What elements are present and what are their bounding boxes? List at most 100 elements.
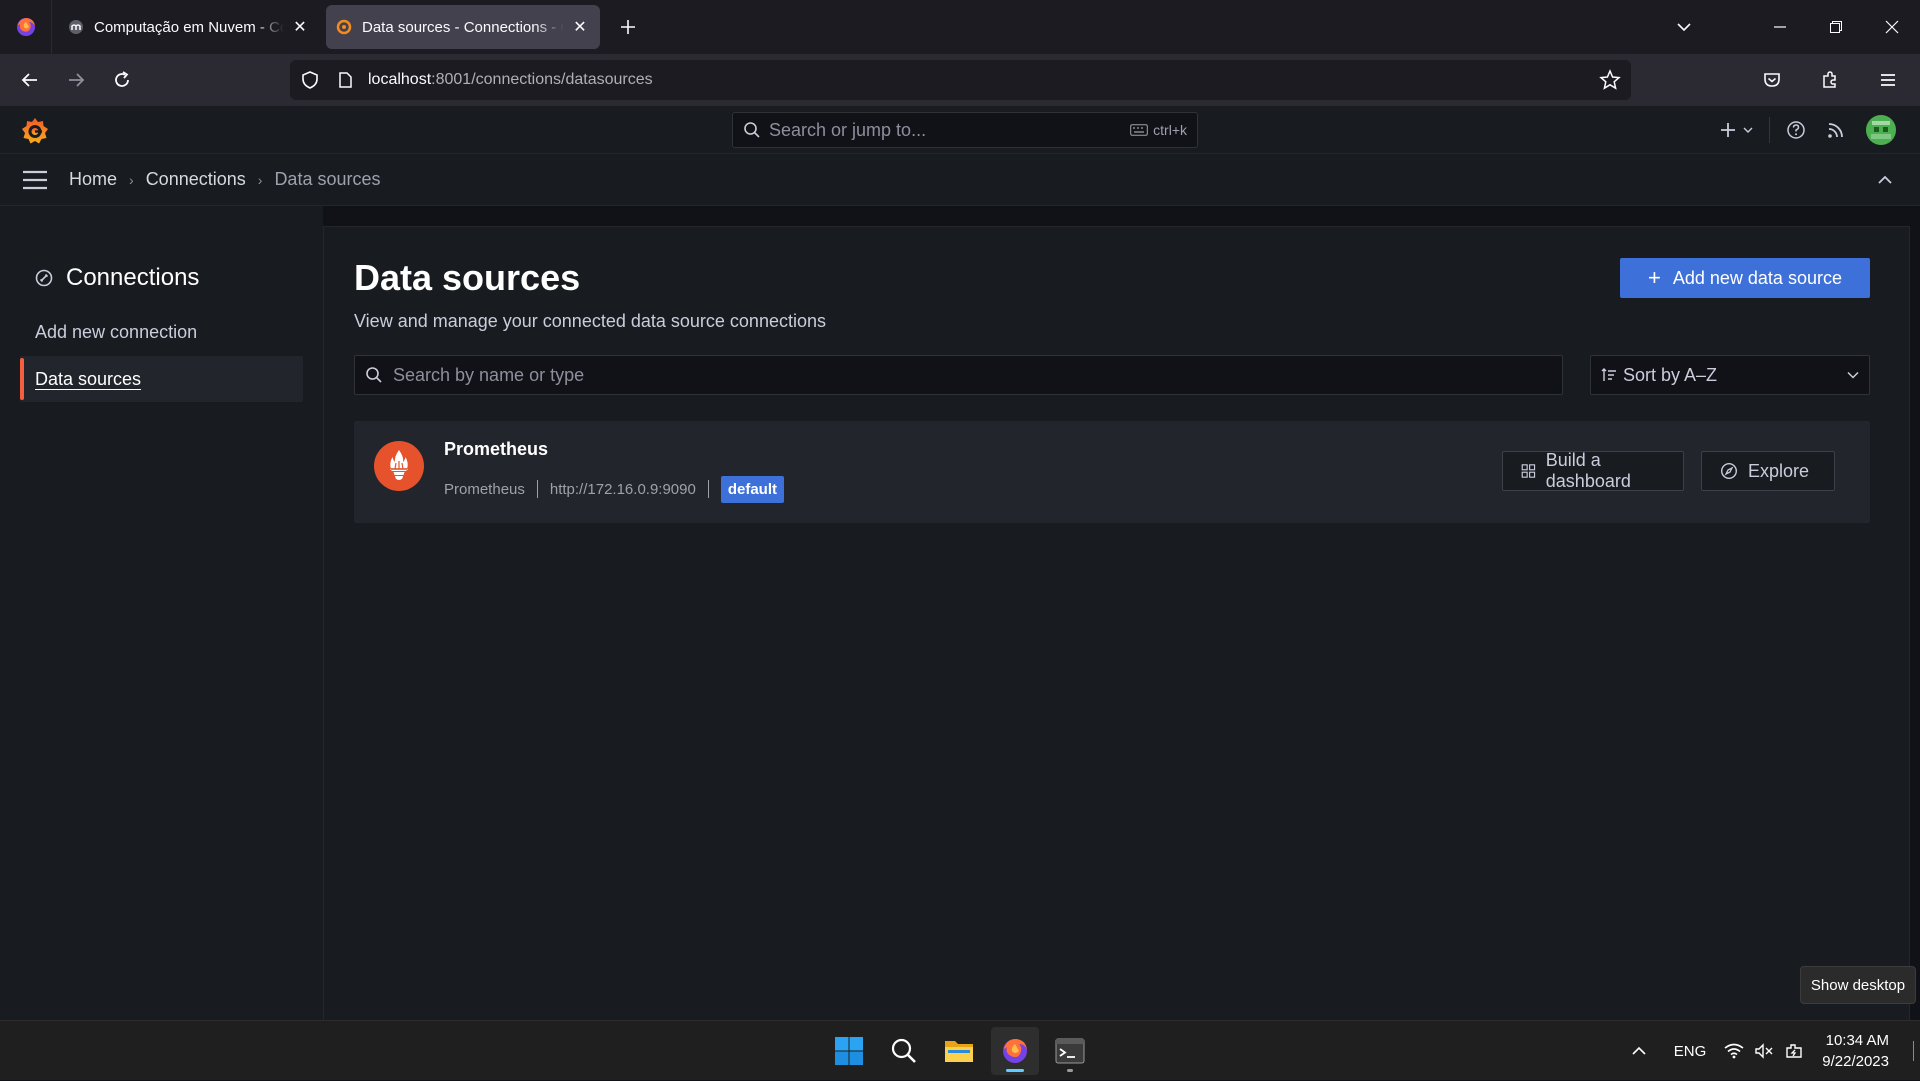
breadcrumb-data-sources: Data sources bbox=[274, 169, 381, 189]
back-button[interactable] bbox=[8, 58, 52, 102]
search-data-sources-input[interactable]: Search by name or type bbox=[354, 355, 1563, 395]
sidebar-item-label: Add new connection bbox=[35, 321, 198, 342]
grafana-home-logo[interactable] bbox=[20, 116, 50, 146]
terminal-icon bbox=[1055, 1038, 1085, 1064]
keyboard-icon bbox=[1130, 124, 1148, 136]
url-bar[interactable]: localhost:8001/connections/datasources bbox=[290, 60, 1631, 100]
plus-icon: + bbox=[1648, 265, 1661, 290]
firefox-icon bbox=[1003, 1039, 1027, 1063]
start-button[interactable] bbox=[825, 1027, 873, 1075]
moodle-favicon-icon bbox=[69, 20, 83, 34]
reload-icon bbox=[115, 71, 129, 87]
search-icon bbox=[744, 122, 760, 138]
explore-button[interactable]: Explore bbox=[1701, 451, 1835, 491]
button-label: Add new data source bbox=[1672, 267, 1842, 288]
terminal-taskbar-button[interactable] bbox=[1046, 1027, 1094, 1075]
collapse-header-button[interactable] bbox=[1870, 165, 1900, 195]
windows-logo-icon bbox=[835, 1037, 863, 1065]
data-source-name[interactable]: Prometheus bbox=[444, 439, 548, 460]
breadcrumb: Home › Connections › Data sources bbox=[69, 169, 381, 190]
profile-avatar[interactable] bbox=[1856, 106, 1906, 154]
close-window-button[interactable] bbox=[1864, 0, 1920, 54]
mega-menu-toggle[interactable] bbox=[17, 162, 53, 198]
restore-icon bbox=[1830, 21, 1842, 33]
divider bbox=[536, 480, 538, 498]
browser-nav-bar: localhost:8001/connections/datasources bbox=[0, 54, 1920, 106]
plus-icon bbox=[621, 20, 635, 34]
forward-button[interactable] bbox=[54, 58, 98, 102]
show-hidden-icons-button[interactable] bbox=[1622, 1031, 1656, 1071]
new-tab-button[interactable] bbox=[610, 9, 646, 45]
build-dashboard-button[interactable]: Build a dashboard bbox=[1502, 450, 1684, 491]
reload-button[interactable] bbox=[100, 58, 144, 102]
data-sources-page: Data sources View and manage your connec… bbox=[323, 226, 1910, 1020]
data-source-type: Prometheus bbox=[444, 480, 525, 498]
sidebar-item-data-sources[interactable]: Data sources bbox=[20, 356, 303, 402]
app-menu-button[interactable] bbox=[1866, 58, 1910, 102]
url-path: :8001/connections/datasources bbox=[431, 71, 653, 88]
link-icon bbox=[35, 269, 53, 287]
extensions-button[interactable] bbox=[1808, 58, 1852, 102]
button-label: Explore bbox=[1748, 460, 1810, 481]
shield-icon[interactable] bbox=[300, 70, 320, 90]
firefox-taskbar-button[interactable] bbox=[991, 1027, 1039, 1075]
firefox-view-button[interactable] bbox=[0, 0, 52, 54]
quick-settings-button[interactable] bbox=[1724, 1042, 1804, 1060]
browser-tab-bar: Computação em Nuvem - Comp ✕ Data source… bbox=[0, 0, 1920, 54]
new-menu-button[interactable] bbox=[1709, 106, 1763, 154]
page-icon[interactable] bbox=[336, 71, 354, 89]
running-app-indicator bbox=[1067, 1069, 1073, 1072]
firefox-icon bbox=[16, 18, 35, 36]
sort-select[interactable]: Sort by A–Z bbox=[1590, 355, 1870, 395]
breadcrumb-separator: › bbox=[129, 171, 134, 188]
rss-icon bbox=[1828, 123, 1843, 138]
minimize-button[interactable] bbox=[1752, 0, 1808, 54]
pocket-button[interactable] bbox=[1750, 58, 1794, 102]
breadcrumb-bar: Home › Connections › Data sources bbox=[0, 154, 1920, 206]
chevron-up-icon bbox=[1878, 175, 1892, 184]
battery-charging-icon bbox=[1786, 1044, 1802, 1058]
show-desktop-button[interactable] bbox=[1913, 1041, 1914, 1061]
input-language-indicator[interactable]: ENG bbox=[1674, 1043, 1707, 1060]
hamburger-menu-icon bbox=[1881, 74, 1895, 86]
clock[interactable]: 10:34 AM 9/22/2023 bbox=[1822, 1030, 1889, 1072]
grafana-logo-icon bbox=[22, 118, 48, 144]
chevron-down-icon bbox=[1847, 371, 1859, 379]
button-label: Build a dashboard bbox=[1545, 450, 1631, 491]
folder-icon bbox=[945, 1041, 973, 1062]
compass-icon bbox=[1720, 462, 1738, 480]
bookmark-star-icon[interactable] bbox=[1599, 69, 1621, 91]
close-tab-icon[interactable]: ✕ bbox=[290, 17, 310, 37]
sort-amount-icon bbox=[1601, 368, 1616, 381]
wifi-icon bbox=[1724, 1043, 1744, 1059]
tab-computacao-em-nuvem[interactable]: Computação em Nuvem - Comp ✕ bbox=[58, 5, 320, 49]
puzzle-icon bbox=[1823, 71, 1836, 88]
add-new-data-source-button[interactable]: + Add new data source bbox=[1620, 258, 1870, 298]
question-circle-icon bbox=[1787, 121, 1805, 139]
search-or-jump-input[interactable]: Search or jump to... ctrl+k bbox=[732, 112, 1198, 148]
restore-button[interactable] bbox=[1808, 0, 1864, 54]
news-button[interactable] bbox=[1816, 106, 1856, 154]
data-source-card-prometheus[interactable]: Prometheus Prometheus http://172.16.0.9:… bbox=[354, 421, 1870, 523]
prometheus-logo-icon bbox=[374, 441, 424, 491]
show-desktop-tooltip: Show desktop bbox=[1800, 966, 1916, 1004]
tab-data-sources[interactable]: Data sources - Connections - Grafana ✕ bbox=[326, 5, 600, 49]
search-taskbar-button[interactable] bbox=[880, 1027, 928, 1075]
arrow-right-icon bbox=[69, 73, 85, 87]
chevron-up-icon bbox=[1632, 1046, 1646, 1055]
help-button[interactable] bbox=[1776, 106, 1816, 154]
sidebar-item-label: Data sources bbox=[35, 368, 142, 389]
search-placeholder: Search by name or type bbox=[393, 364, 585, 385]
file-explorer-button[interactable] bbox=[935, 1027, 983, 1075]
windows-taskbar: ENG 10:34 AM 9/22/2023 bbox=[0, 1020, 1920, 1080]
tab-title: Data sources - Connections - Grafana bbox=[362, 18, 564, 36]
close-tab-icon[interactable]: ✕ bbox=[570, 17, 590, 37]
sidebar-item-add-new-connection[interactable]: Add new connection bbox=[20, 309, 303, 355]
system-tray: ENG 10:34 AM 9/22/2023 bbox=[1622, 1021, 1920, 1081]
divider bbox=[1769, 117, 1770, 143]
clock-date: 9/22/2023 bbox=[1822, 1053, 1889, 1070]
list-all-tabs-button[interactable] bbox=[1656, 0, 1712, 54]
breadcrumb-connections[interactable]: Connections bbox=[146, 169, 246, 190]
default-badge: default bbox=[720, 475, 785, 503]
breadcrumb-home[interactable]: Home bbox=[69, 169, 117, 190]
